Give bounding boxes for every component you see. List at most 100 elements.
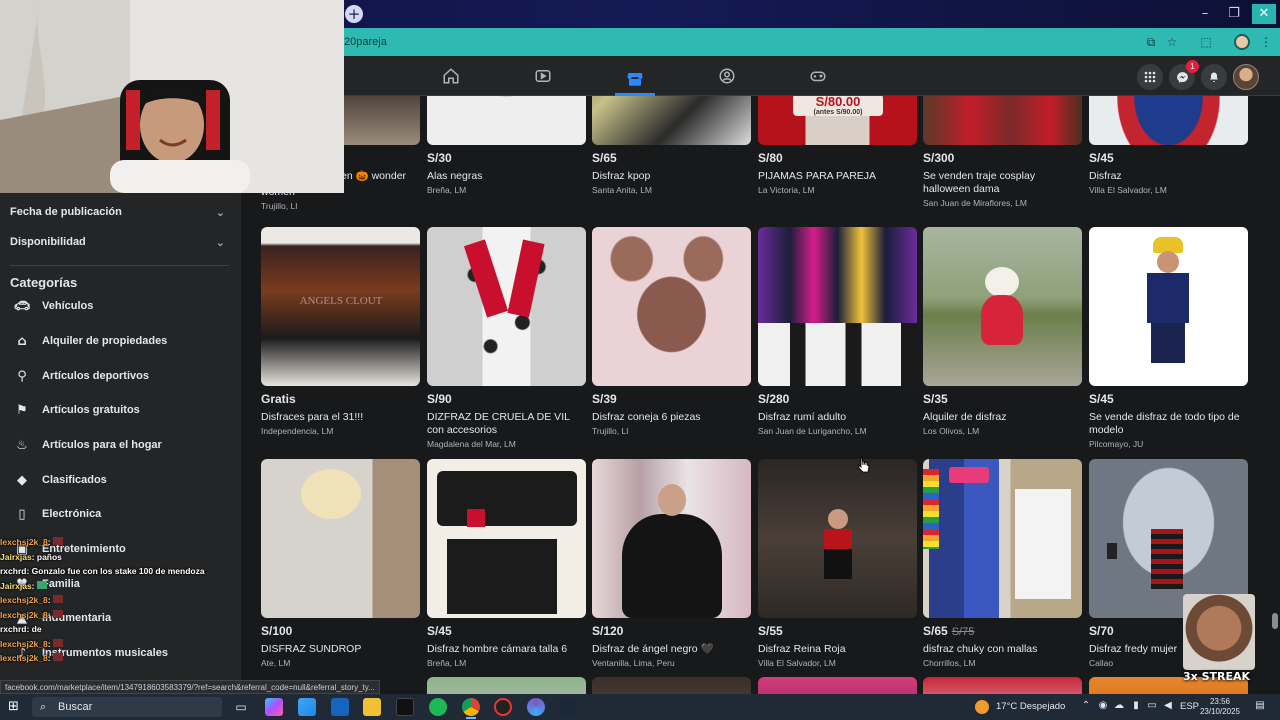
emote-icon xyxy=(52,609,63,618)
listing-card[interactable]: S/80.00 (antes S/90.00) S/80 PIJAMAS PAR… xyxy=(758,96,918,195)
extensions-icon[interactable]: ⬚ xyxy=(1198,34,1214,50)
listing-card[interactable]: S/35 Alquiler de disfraz Los Olivos, LM xyxy=(923,227,1083,436)
listing-title: Disfraz kpop xyxy=(592,170,651,182)
listing-card[interactable]: S/65 S/75 disfraz chuky con mallas Chorri… xyxy=(923,459,1083,668)
cloud-icon[interactable]: ☁ xyxy=(1113,700,1125,712)
listing-card[interactable]: ANGELS CLOUT Gratis Disfraces para el 31… xyxy=(261,227,421,436)
outlook-icon[interactable] xyxy=(331,698,349,716)
video-icon[interactable] xyxy=(523,64,563,88)
search-placeholder: Buscar xyxy=(58,701,93,713)
weather-icon[interactable] xyxy=(975,700,989,714)
bowtie xyxy=(467,509,485,527)
close-icon[interactable]: ✕ xyxy=(1252,4,1276,24)
listing-photo xyxy=(427,227,586,386)
listing-location: San Juan de Miraflores, LM xyxy=(923,198,1027,208)
listing-card[interactable]: S/45 Se vende disfraz de todo tipo de mo… xyxy=(1089,227,1249,449)
tiktok-icon[interactable] xyxy=(396,698,414,716)
install-app-icon[interactable]: ⧉ xyxy=(1143,34,1159,50)
listing-title: Disfraces para el 31!!! xyxy=(261,411,364,423)
obs-icon[interactable] xyxy=(494,698,512,716)
chat-message: lexchsj2k_8: xyxy=(0,637,220,652)
category-alquiler[interactable]: ⌂ Alquiler de propiedades xyxy=(10,328,230,354)
light-switch xyxy=(1107,543,1117,559)
notification-center-icon[interactable]: ▤ xyxy=(1252,700,1268,712)
task-view-icon[interactable]: ▭ xyxy=(232,698,250,716)
listing-location: Breña, LM xyxy=(427,185,467,195)
webcam-feed xyxy=(0,0,344,193)
url-field[interactable]: 20pareja xyxy=(344,32,1144,52)
filter-availability[interactable]: Disponibilidad ⌄ xyxy=(10,236,225,256)
new-tab-icon[interactable]: + xyxy=(345,5,363,23)
steam-icon[interactable] xyxy=(559,698,577,716)
browser-menu-icon[interactable]: ⋮ xyxy=(1258,34,1274,50)
listing-price: S/280 xyxy=(758,392,790,406)
category-electronica[interactable]: ▯ Electrónica xyxy=(10,501,230,527)
chrome-icon[interactable] xyxy=(462,698,480,716)
volume-icon[interactable]: ◀ xyxy=(1162,700,1174,712)
maximize-icon[interactable]: ❐ xyxy=(1222,4,1246,24)
listing-price: S/45 xyxy=(427,624,587,640)
scrollbar-thumb[interactable] xyxy=(1272,613,1278,629)
category-gratuitos[interactable]: ⚑ Artículos gratuitos xyxy=(10,397,230,423)
display-icon[interactable]: ▭ xyxy=(1146,700,1158,712)
store-icon[interactable] xyxy=(298,698,316,716)
bookmark-star-icon[interactable]: ☆ xyxy=(1164,34,1180,50)
listing-card[interactable]: S/65 Disfraz kpop Santa Anita, LM xyxy=(592,96,752,195)
listing-card[interactable]: S/55 Disfraz Reina Roja Villa El Salvado… xyxy=(758,459,918,668)
listing-card[interactable]: S/45 Disfraz Villa El Salvador, LM xyxy=(1089,96,1249,195)
listing-title: Disfraz coneja 6 piezas xyxy=(592,411,701,423)
chevron-up-icon[interactable]: ⌃ xyxy=(1080,700,1092,712)
listing-price: S/120 xyxy=(592,624,752,640)
file-explorer-icon[interactable] xyxy=(363,698,381,716)
category-label: Alquiler de propiedades xyxy=(42,335,168,347)
home-goods-icon: ♨ xyxy=(16,437,28,453)
listing-photo xyxy=(758,459,917,618)
account-avatar[interactable] xyxy=(1233,64,1259,90)
listing-card[interactable]: S/280 Disfraz rumí adulto San Juan de Lu… xyxy=(758,227,918,436)
browser-profile-avatar[interactable] xyxy=(1234,34,1250,50)
mascot-dress xyxy=(981,295,1023,345)
tray-app-icon[interactable]: ◉ xyxy=(1097,700,1109,712)
browser-app-icon[interactable] xyxy=(527,698,545,716)
marketplace-icon[interactable] xyxy=(615,64,655,96)
listing-card[interactable]: S/90 DIZFRAZ DE CRUELA DE VIL con acceso… xyxy=(427,227,587,449)
listing-card[interactable]: S/100 DISFRAZ SUNDROP Ate, LM xyxy=(261,459,421,668)
listing-card[interactable]: S/39 Disfraz coneja 6 piezas Trujillo, L… xyxy=(592,227,752,436)
filter-publish-date[interactable]: Fecha de publicación ⌄ xyxy=(10,206,225,226)
category-clasificados[interactable]: ◆ Clasificados xyxy=(10,467,230,493)
streak-label: 3x STREAK xyxy=(1183,670,1251,683)
listing-photo xyxy=(592,227,751,386)
menu-grid-icon[interactable] xyxy=(1137,64,1163,90)
home-icon[interactable] xyxy=(431,64,471,88)
category-hogar[interactable]: ♨ Artículos para el hogar xyxy=(10,432,230,458)
category-vehiculos[interactable]: 🚗︎ Vehículos xyxy=(10,293,230,319)
groups-icon[interactable] xyxy=(707,64,747,88)
page-scrollbar[interactable] xyxy=(1270,96,1280,696)
emote-icon xyxy=(52,537,63,545)
weather-text[interactable]: 17°C Despejado xyxy=(996,694,1065,720)
costume-body xyxy=(291,519,371,618)
spotify-icon[interactable] xyxy=(429,698,447,716)
windows-start-icon[interactable]: ⊞ xyxy=(8,699,24,715)
listing-location: Villa El Salvador, LM xyxy=(758,658,836,668)
taskbar-clock[interactable]: 23:56 23/10/2025 xyxy=(1197,697,1243,717)
gaming-icon[interactable] xyxy=(798,64,838,88)
listing-card[interactable]: S/120 Disfraz de ángel negro 🖤 Ventanill… xyxy=(592,459,752,668)
minimize-icon[interactable]: – xyxy=(1193,4,1217,24)
copilot-icon[interactable] xyxy=(265,698,283,716)
listing-card[interactable]: S/30 Alas negras Breña, LM xyxy=(427,96,587,195)
microphone-icon[interactable]: ▮ xyxy=(1130,700,1142,712)
streak-image xyxy=(1183,594,1255,670)
chat-user: rxchrd xyxy=(0,624,27,634)
notifications-bell-icon[interactable] xyxy=(1201,64,1227,90)
listing-card[interactable]: S/300 Se venden traje cosplay halloween … xyxy=(923,96,1083,208)
category-label: Artículos gratuitos xyxy=(42,404,140,416)
taskbar-search[interactable]: ⌕ Buscar xyxy=(32,697,222,717)
listing-card[interactable]: S/45 Disfraz hombre cámara talla 6 Breña… xyxy=(427,459,587,668)
listing-location: San Juan de Lurigancho, LM xyxy=(758,426,867,436)
chat-message: lexchsj2k_8: xyxy=(0,608,220,623)
kid-face xyxy=(1157,251,1179,273)
bunny-costume xyxy=(1015,489,1071,599)
category-deportivos[interactable]: ⚲ Artículos deportivos xyxy=(10,363,230,389)
emote-icon xyxy=(36,580,47,589)
